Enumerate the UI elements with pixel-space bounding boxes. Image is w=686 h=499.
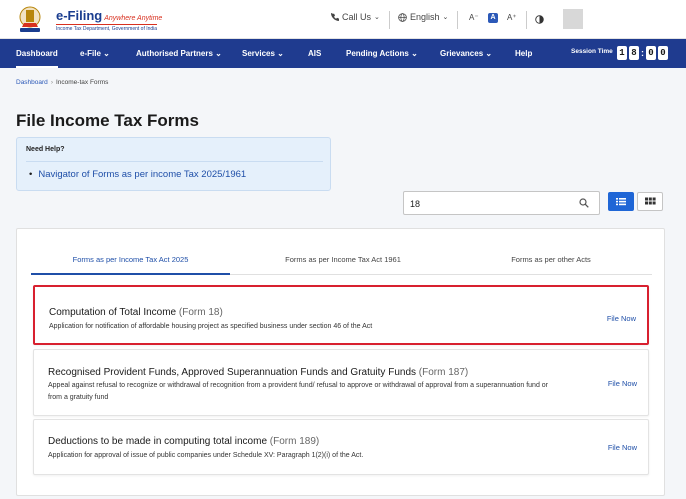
file-now-link[interactable]: File Now: [608, 379, 637, 388]
nav-label: e-File: [80, 49, 101, 58]
call-us-label: Call Us: [342, 12, 372, 22]
emblem-icon: [19, 6, 41, 32]
nav-help[interactable]: Help: [515, 39, 532, 68]
form-title: Deductions to be made in computing total…: [48, 436, 319, 447]
nav-dashboard[interactable]: Dashboard: [16, 39, 58, 68]
search-icon[interactable]: [579, 198, 589, 208]
chevron-down-icon: ⌄: [103, 49, 110, 58]
brand-subtitle: Income Tax Department, Government of Ind…: [56, 24, 158, 32]
chevron-right-icon: ›: [50, 79, 53, 86]
divider: [526, 11, 527, 29]
chevron-down-icon: ⌄: [277, 49, 284, 58]
form-number: (Form 187): [418, 367, 469, 378]
session-time-label: Session Time: [571, 48, 613, 55]
timer-digit: 1: [617, 46, 627, 60]
brand-name: e-Filing: [56, 8, 103, 23]
top-header: e-Filing Anywhere Anytime Income Tax Depa…: [0, 0, 686, 39]
nav-pending-actions[interactable]: Pending Actions ⌄: [346, 39, 418, 68]
tab-act-2025[interactable]: Forms as per Income Tax Act 2025: [31, 245, 230, 275]
form-card[interactable]: Recognised Provident Funds, Approved Sup…: [33, 349, 649, 416]
search-input[interactable]: [410, 196, 570, 211]
form-number: (Form 189): [269, 436, 320, 447]
nav-label: Authorised Partners: [136, 49, 213, 58]
breadcrumb-dashboard[interactable]: Dashboard: [16, 79, 48, 86]
nav-efile[interactable]: e-File ⌄: [80, 39, 110, 68]
nav-label: Services: [242, 49, 275, 58]
chevron-down-icon: ⌄: [485, 49, 493, 58]
timer-digit: 8: [629, 46, 639, 60]
globe-icon: [398, 12, 407, 22]
timer-colon: :: [641, 48, 644, 58]
tab-other-acts[interactable]: Forms as per other Acts: [451, 245, 651, 275]
file-now-link[interactable]: File Now: [607, 314, 636, 323]
form-description: Application for notification of affordab…: [49, 323, 373, 330]
font-increase-button[interactable]: A⁺: [507, 13, 517, 22]
phone-icon: [331, 13, 339, 21]
nav-grievances[interactable]: Grievances ⌄: [440, 39, 492, 68]
chevron-down-icon: ⌄: [374, 14, 380, 21]
brand-tagline: Anywhere Anytime: [104, 15, 163, 22]
form-description: Appeal against refusal to recognize or w…: [48, 382, 549, 401]
chevron-down-icon: ⌄: [442, 14, 449, 21]
efiling-logo[interactable]: e-Filing Anywhere Anytime Income Tax Depa…: [16, 5, 162, 35]
chevron-down-icon: ⌄: [215, 49, 222, 58]
nav-services[interactable]: Services ⌄: [242, 39, 284, 68]
nav-ais[interactable]: AIS: [308, 39, 321, 68]
language-label: English: [410, 12, 440, 22]
page-title: File Income Tax Forms: [16, 111, 199, 130]
form-name: Deductions to be made in computing total…: [48, 436, 268, 447]
grid-view-button[interactable]: [637, 192, 663, 211]
help-box: Need Help? • Navigator of Forms as per in…: [16, 137, 331, 191]
session-timer: 1 8 : 0 0: [617, 46, 668, 60]
form-title: Recognised Provident Funds, Approved Sup…: [48, 367, 468, 378]
font-decrease-button[interactable]: A⁻: [469, 13, 479, 22]
language-selector[interactable]: English ⌄: [398, 12, 448, 22]
form-card[interactable]: Deductions to be made in computing total…: [33, 419, 649, 475]
divider: [457, 11, 458, 29]
divider: [26, 161, 323, 162]
help-link[interactable]: • Navigator of Forms as per income Tax 20…: [29, 169, 246, 180]
form-card[interactable]: Computation of Total Income (Form 18) Ap…: [33, 285, 649, 345]
divider: [389, 11, 390, 29]
tab-act-1961[interactable]: Forms as per Income Tax Act 1961: [243, 245, 443, 275]
avatar[interactable]: [563, 9, 583, 29]
main-nav: Dashboard e-File ⌄ Authorised Partners ⌄…: [0, 39, 686, 68]
file-now-link[interactable]: File Now: [608, 443, 637, 452]
form-description: Application for approval of issue of pub…: [48, 452, 364, 459]
forms-panel: Forms as per Income Tax Act 2025 Forms a…: [16, 228, 665, 496]
breadcrumb: Dashboard › Income-tax Forms: [16, 79, 108, 86]
grid-icon: [645, 197, 656, 205]
form-title: Computation of Total Income (Form 18): [49, 307, 223, 318]
call-us-button[interactable]: Call Us ⌄: [331, 12, 380, 22]
nav-label: Grievances: [440, 49, 484, 58]
nav-label: Pending Actions: [346, 49, 409, 58]
help-link-label: Navigator of Forms as per income Tax 202…: [38, 169, 247, 180]
form-number: (Form 18): [178, 307, 223, 318]
timer-digit: 0: [658, 46, 668, 60]
bullet-icon: •: [29, 169, 33, 180]
timer-digit: 0: [646, 46, 656, 60]
nav-authorised-partners[interactable]: Authorised Partners ⌄: [136, 39, 222, 68]
breadcrumb-current: Income-tax Forms: [55, 79, 109, 86]
chevron-down-icon: ⌄: [411, 49, 418, 58]
form-name: Computation of Total Income: [49, 307, 177, 318]
form-name: Recognised Provident Funds, Approved Sup…: [48, 367, 417, 378]
font-normal-button[interactable]: A: [488, 13, 498, 23]
list-icon: [616, 198, 626, 206]
list-view-button[interactable]: [608, 192, 634, 211]
help-heading: Need Help?: [26, 146, 65, 153]
search-box: [403, 191, 600, 215]
form-tabs: Forms as per Income Tax Act 2025 Forms a…: [31, 245, 652, 275]
contrast-icon[interactable]: [535, 15, 544, 24]
